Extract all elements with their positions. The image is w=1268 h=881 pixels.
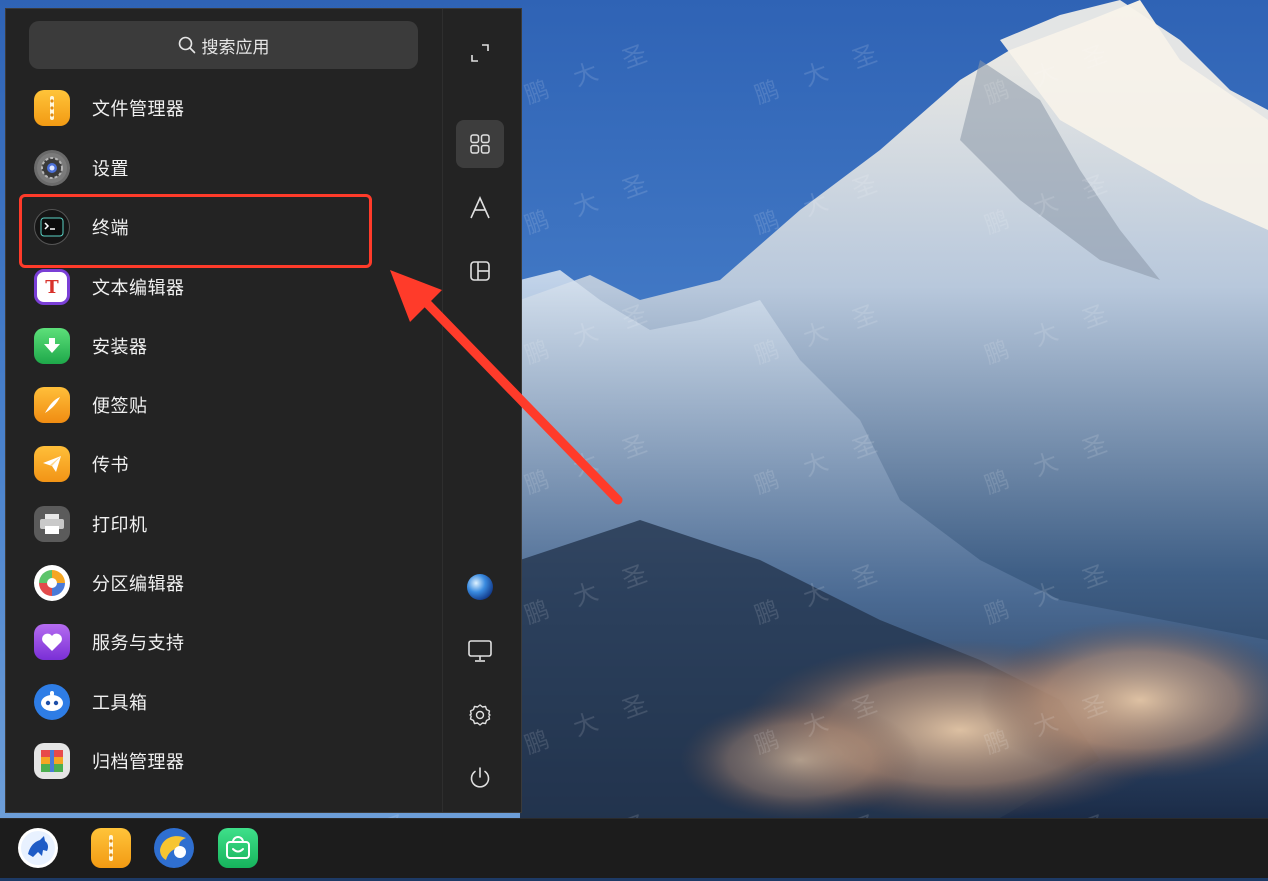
taskbar-browser[interactable]	[154, 828, 194, 868]
service-support-icon	[34, 624, 70, 660]
app-item-partition-editor[interactable]: 分区编辑器	[6, 555, 442, 611]
app-label: 打印机	[92, 515, 148, 536]
power-icon	[470, 767, 490, 788]
printer-icon	[34, 506, 70, 542]
expand-icon	[471, 44, 489, 62]
app-item-settings[interactable]: 设置	[6, 140, 442, 196]
app-label: 归档管理器	[92, 752, 185, 773]
app-item-toolbox[interactable]: 工具箱	[6, 674, 442, 730]
toolbox-icon	[34, 684, 70, 720]
avatar-icon	[467, 574, 493, 600]
app-store-icon	[226, 836, 250, 859]
app-label: 安装器	[92, 337, 148, 358]
settings-app-icon	[34, 150, 70, 186]
user-avatar-button[interactable]	[456, 563, 504, 611]
power-button[interactable]	[456, 754, 504, 802]
search-icon	[178, 36, 195, 54]
app-item-service-support[interactable]: 服务与支持	[6, 614, 442, 670]
app-label: 传书	[92, 455, 129, 476]
system-settings-button[interactable]	[456, 691, 504, 739]
search-input[interactable]: 搜索应用	[29, 21, 418, 69]
search-placeholder: 搜索应用	[201, 37, 270, 58]
app-label: 文本编辑器	[92, 278, 185, 299]
start-menu-button[interactable]	[18, 828, 58, 868]
fullscreen-button[interactable]	[456, 29, 504, 77]
app-item-printer[interactable]: 打印机	[6, 496, 442, 552]
app-item-sticky-notes[interactable]: 便签贴	[6, 377, 442, 433]
app-item-archive-manager[interactable]: 归档管理器	[6, 733, 442, 789]
app-label: 服务与支持	[92, 633, 185, 654]
transfer-icon	[34, 446, 70, 482]
kylin-logo-icon	[21, 831, 55, 865]
app-item-file-manager[interactable]: 文件管理器	[6, 80, 442, 136]
terminal-highlight-box	[19, 194, 372, 268]
gear-icon	[469, 704, 491, 726]
file-manager-icon	[109, 835, 113, 861]
grid-icon	[470, 134, 490, 154]
taskbar-file-manager[interactable]	[91, 828, 131, 868]
taskbar	[0, 818, 1268, 878]
archive-manager-icon	[34, 743, 70, 779]
browser-icon	[155, 829, 193, 867]
partition-editor-icon	[34, 565, 70, 601]
app-item-transfer[interactable]: 传书	[6, 436, 442, 492]
letter-a-icon	[470, 196, 490, 219]
file-manager-icon	[34, 90, 70, 126]
taskbar-app-store[interactable]	[218, 828, 258, 868]
app-label: 便签贴	[92, 396, 148, 417]
monitor-icon	[468, 640, 492, 662]
app-label: 工具箱	[92, 693, 148, 714]
text-editor-icon: T	[34, 269, 70, 305]
app-label: 文件管理器	[92, 99, 185, 120]
app-label: 分区编辑器	[92, 574, 185, 595]
annotation-arrow	[390, 270, 623, 505]
installer-icon	[34, 328, 70, 364]
app-label: 设置	[92, 159, 129, 180]
letter-sort-button[interactable]	[456, 184, 504, 232]
all-apps-button[interactable]	[456, 120, 504, 168]
sticky-notes-icon	[34, 387, 70, 423]
app-item-installer[interactable]: 安装器	[6, 318, 442, 374]
computer-button[interactable]	[456, 627, 504, 675]
